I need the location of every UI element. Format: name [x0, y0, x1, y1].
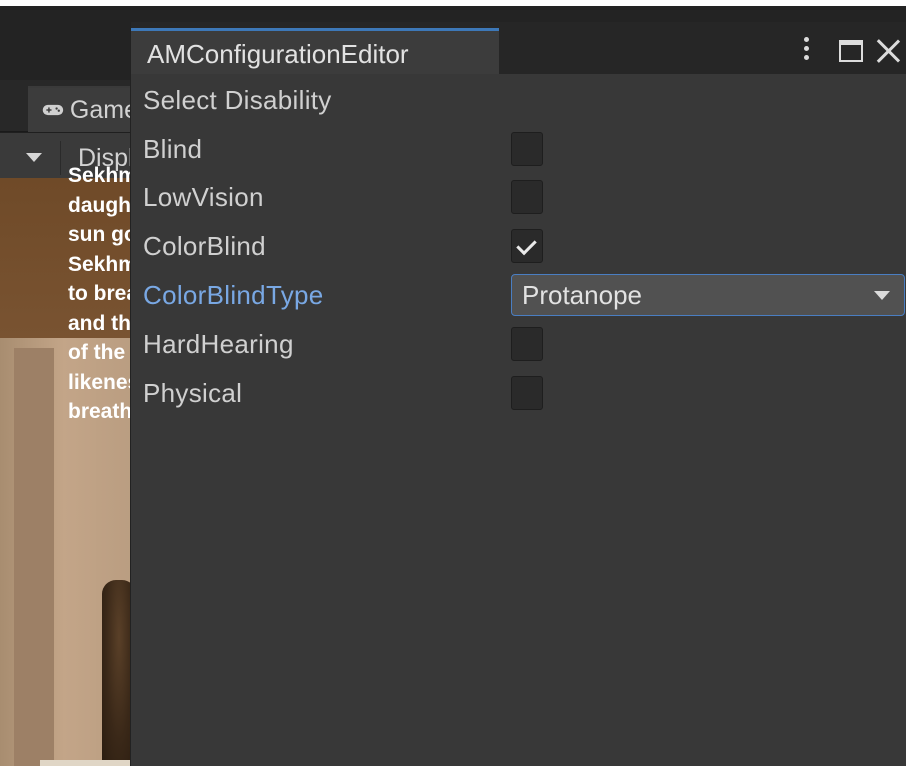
- field-row-physical: Physical: [131, 369, 906, 417]
- scene-shadow: [14, 348, 54, 766]
- tab-game-label: Game: [69, 95, 138, 124]
- inspector-body: Select Disability Blind LowVision ColorB…: [131, 74, 906, 766]
- hardhearing-checkbox[interactable]: [511, 327, 543, 361]
- scene-description-text: Sekhmet daughter sun god Sekhmet to brea…: [68, 164, 170, 423]
- field-row-blind: Blind: [131, 125, 906, 173]
- field-row-colorblind: ColorBlind: [131, 222, 906, 270]
- close-icon[interactable]: [875, 38, 901, 64]
- colorblind-checkbox[interactable]: [511, 229, 543, 263]
- section-header-row: Select Disability: [131, 76, 906, 124]
- blind-checkbox[interactable]: [511, 132, 543, 166]
- physical-checkbox[interactable]: [511, 376, 543, 410]
- field-label-physical: Physical: [143, 378, 243, 408]
- window-title: AMConfigurationEditor: [147, 39, 409, 69]
- am-configuration-editor-window: AMConfigurationEditor Select Disability …: [130, 22, 906, 766]
- maximize-icon[interactable]: [839, 40, 863, 62]
- field-row-hardhearing: HardHearing: [131, 320, 906, 368]
- colorblind-type-dropdown[interactable]: Protanope: [511, 274, 905, 316]
- window-titlebar: AMConfigurationEditor: [131, 22, 906, 74]
- tab-game[interactable]: Game: [28, 86, 138, 132]
- field-label-colorblindtype: ColorBlindType: [143, 280, 324, 310]
- tab-am-configuration-editor[interactable]: AMConfigurationEditor: [131, 28, 499, 74]
- field-label-lowvision: LowVision: [143, 182, 264, 212]
- checkmark-icon: [516, 234, 537, 256]
- toolbar-divider: [60, 141, 61, 175]
- gamepad-icon: [42, 104, 64, 116]
- lowvision-checkbox[interactable]: [511, 180, 543, 214]
- field-row-colorblindtype: ColorBlindType Protanope: [131, 271, 906, 319]
- field-row-lowvision: LowVision: [131, 173, 906, 221]
- field-label-hardhearing: HardHearing: [143, 329, 294, 359]
- dropdown-arrow-icon[interactable]: [26, 153, 42, 162]
- chevron-down-icon: [874, 291, 890, 300]
- field-label-colorblind: ColorBlind: [143, 231, 266, 261]
- section-title: Select Disability: [143, 85, 332, 115]
- kebab-menu-icon[interactable]: [799, 36, 813, 62]
- field-label-blind: Blind: [143, 134, 203, 164]
- dropdown-selected-value: Protanope: [522, 280, 642, 310]
